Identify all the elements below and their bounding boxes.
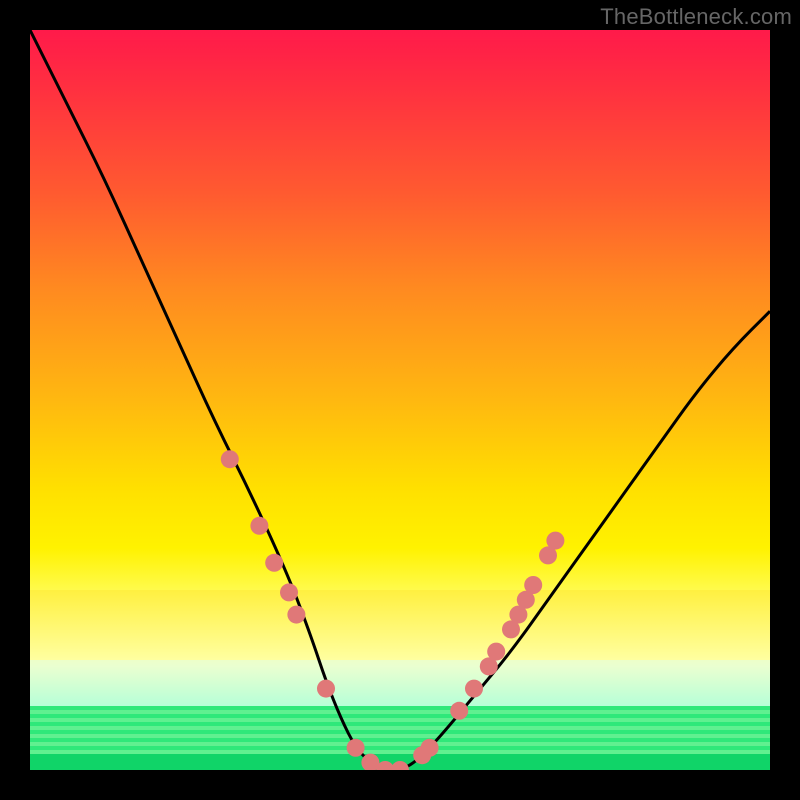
- watermark-text: TheBottleneck.com: [600, 4, 792, 30]
- data-marker: [265, 554, 283, 572]
- data-marker: [221, 450, 239, 468]
- data-marker: [450, 702, 468, 720]
- data-marker: [546, 532, 564, 550]
- plot-area: [30, 30, 770, 770]
- bottleneck-curve: [30, 30, 770, 770]
- data-marker: [465, 680, 483, 698]
- data-marker: [391, 761, 409, 770]
- outer-frame: TheBottleneck.com: [0, 0, 800, 800]
- data-marker: [347, 739, 365, 757]
- data-marker: [421, 739, 439, 757]
- data-marker: [317, 680, 335, 698]
- data-marker: [524, 576, 542, 594]
- data-marker: [287, 606, 305, 624]
- data-marker: [280, 583, 298, 601]
- data-marker: [487, 643, 505, 661]
- data-marker: [250, 517, 268, 535]
- curve-layer: [30, 30, 770, 770]
